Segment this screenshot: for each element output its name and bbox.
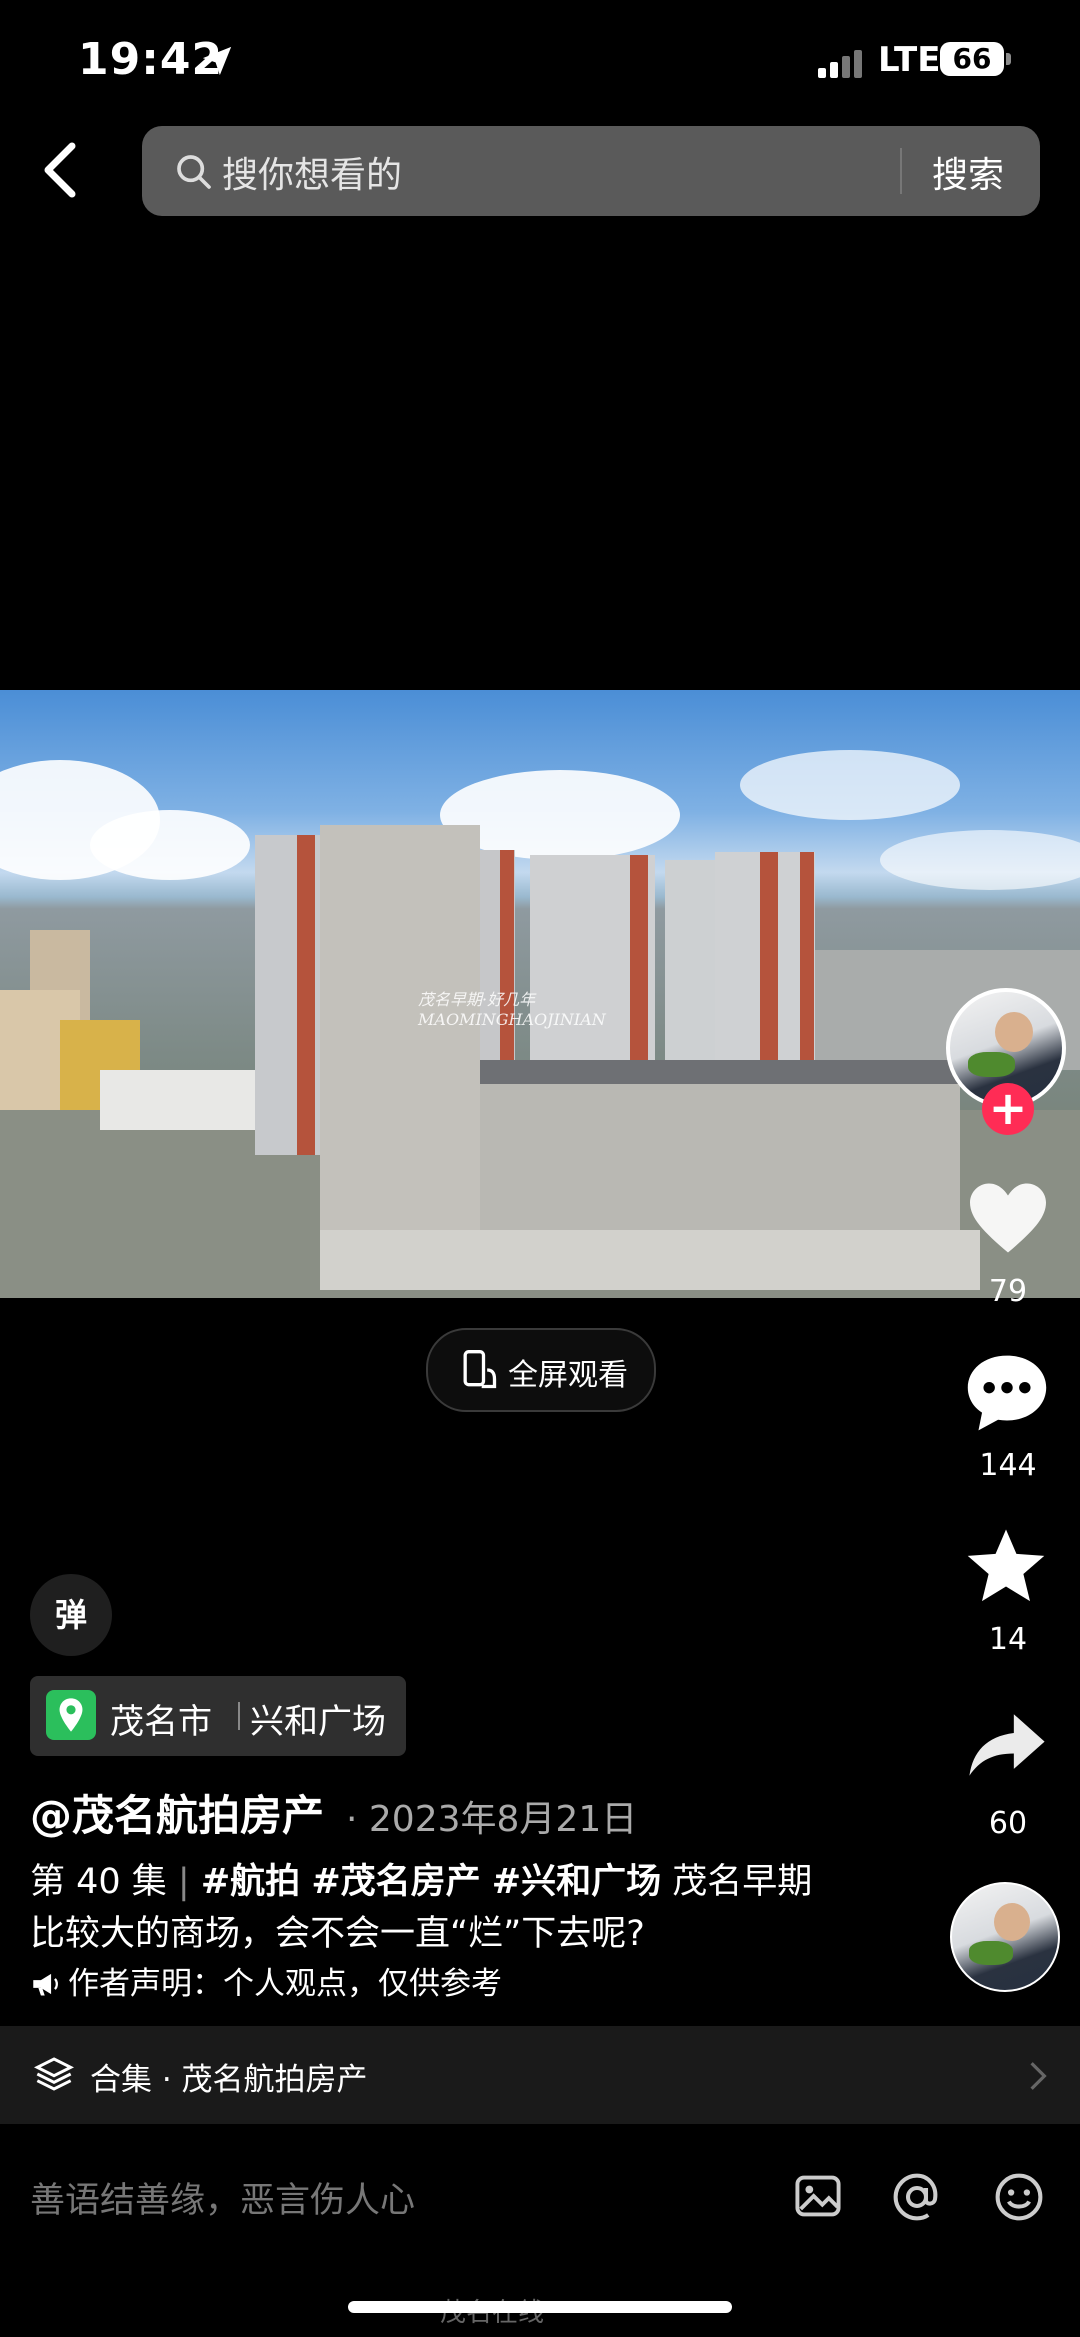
description-text: 茂名早期 (672, 1862, 813, 1902)
comment-count: 144 (979, 1448, 1037, 1483)
search-bar[interactable]: 搜你想看的 搜索 (142, 126, 1040, 216)
map-pin-icon (46, 1690, 96, 1740)
post-description: 第 40 集 | #航拍 #茂名房产 #兴和广场 茂名早期 比较大的商场，会不会… (30, 1862, 813, 1954)
megaphone-icon (33, 1973, 58, 1996)
emoji-icon[interactable] (992, 2170, 1046, 2224)
location-separator (238, 1702, 240, 1730)
hashtag[interactable]: #茂名房产 (311, 1862, 480, 1902)
author-disclaimer: 作者声明：个人观点，仅供参考 (30, 1958, 502, 2003)
chevron-right-icon (1030, 2062, 1047, 2090)
post-date: · 2023年8月21日 (346, 1799, 638, 1840)
heart-icon[interactable] (966, 1180, 1050, 1256)
video-player[interactable]: 茂名早期·好几年 MAOMINGHAOJINIAN (0, 690, 1080, 1298)
comment-input[interactable]: 善语结善缘，恶言伤人心 (30, 2172, 415, 2223)
search-input[interactable]: 搜你想看的 (222, 146, 402, 198)
video-watermark: 茂名早期·好几年 MAOMINGHAOJINIAN (418, 990, 606, 1029)
search-icon (177, 155, 211, 189)
music-avatar[interactable] (950, 1882, 1060, 1992)
share-icon[interactable] (966, 1710, 1048, 1780)
collection-label: 合集 · 茂名航拍房产 (90, 2062, 368, 2098)
fullscreen-icon (463, 1350, 497, 1389)
star-icon[interactable] (964, 1526, 1048, 1606)
location-arrow-icon (202, 46, 232, 76)
hashtag[interactable]: #航拍 (201, 1862, 300, 1902)
author-name[interactable]: @茂名航拍房产 (30, 1782, 324, 1843)
fullscreen-button[interactable]: 全屏观看 (426, 1328, 656, 1412)
hashtag[interactable]: #兴和广场 (492, 1862, 661, 1902)
favorite-count: 14 (988, 1622, 1028, 1657)
search-divider (900, 148, 902, 194)
episode-label: 第 40 集 (30, 1862, 167, 1902)
comment-icon[interactable] (964, 1352, 1050, 1434)
location-city: 茂名市 (110, 1702, 212, 1742)
back-icon[interactable] (36, 140, 84, 200)
at-icon[interactable] (890, 2170, 944, 2224)
like-count: 79 (988, 1274, 1028, 1309)
home-indicator[interactable] (348, 2301, 732, 2313)
description-text-line2: 比较大的商场，会不会一直“烂”下去呢? (30, 1914, 645, 1954)
collection-bar[interactable]: 合集 · 茂名航拍房产 (0, 2026, 1080, 2124)
location-place: 兴和广场 (250, 1702, 386, 1742)
image-icon[interactable] (792, 2170, 844, 2222)
battery-level: 66 (940, 42, 1004, 76)
share-count: 60 (988, 1806, 1028, 1841)
fullscreen-label: 全屏观看 (508, 1358, 628, 1393)
search-button[interactable]: 搜索 (932, 146, 1004, 198)
location-tag[interactable]: 茂名市 兴和广场 (30, 1676, 406, 1756)
signal-icon (818, 48, 868, 78)
network-type: LTE (878, 40, 941, 80)
layers-icon (34, 2057, 74, 2091)
follow-button[interactable]: + (982, 1083, 1034, 1135)
battery-tip (1006, 53, 1011, 65)
danmu-toggle[interactable]: 弹 (30, 1574, 112, 1656)
